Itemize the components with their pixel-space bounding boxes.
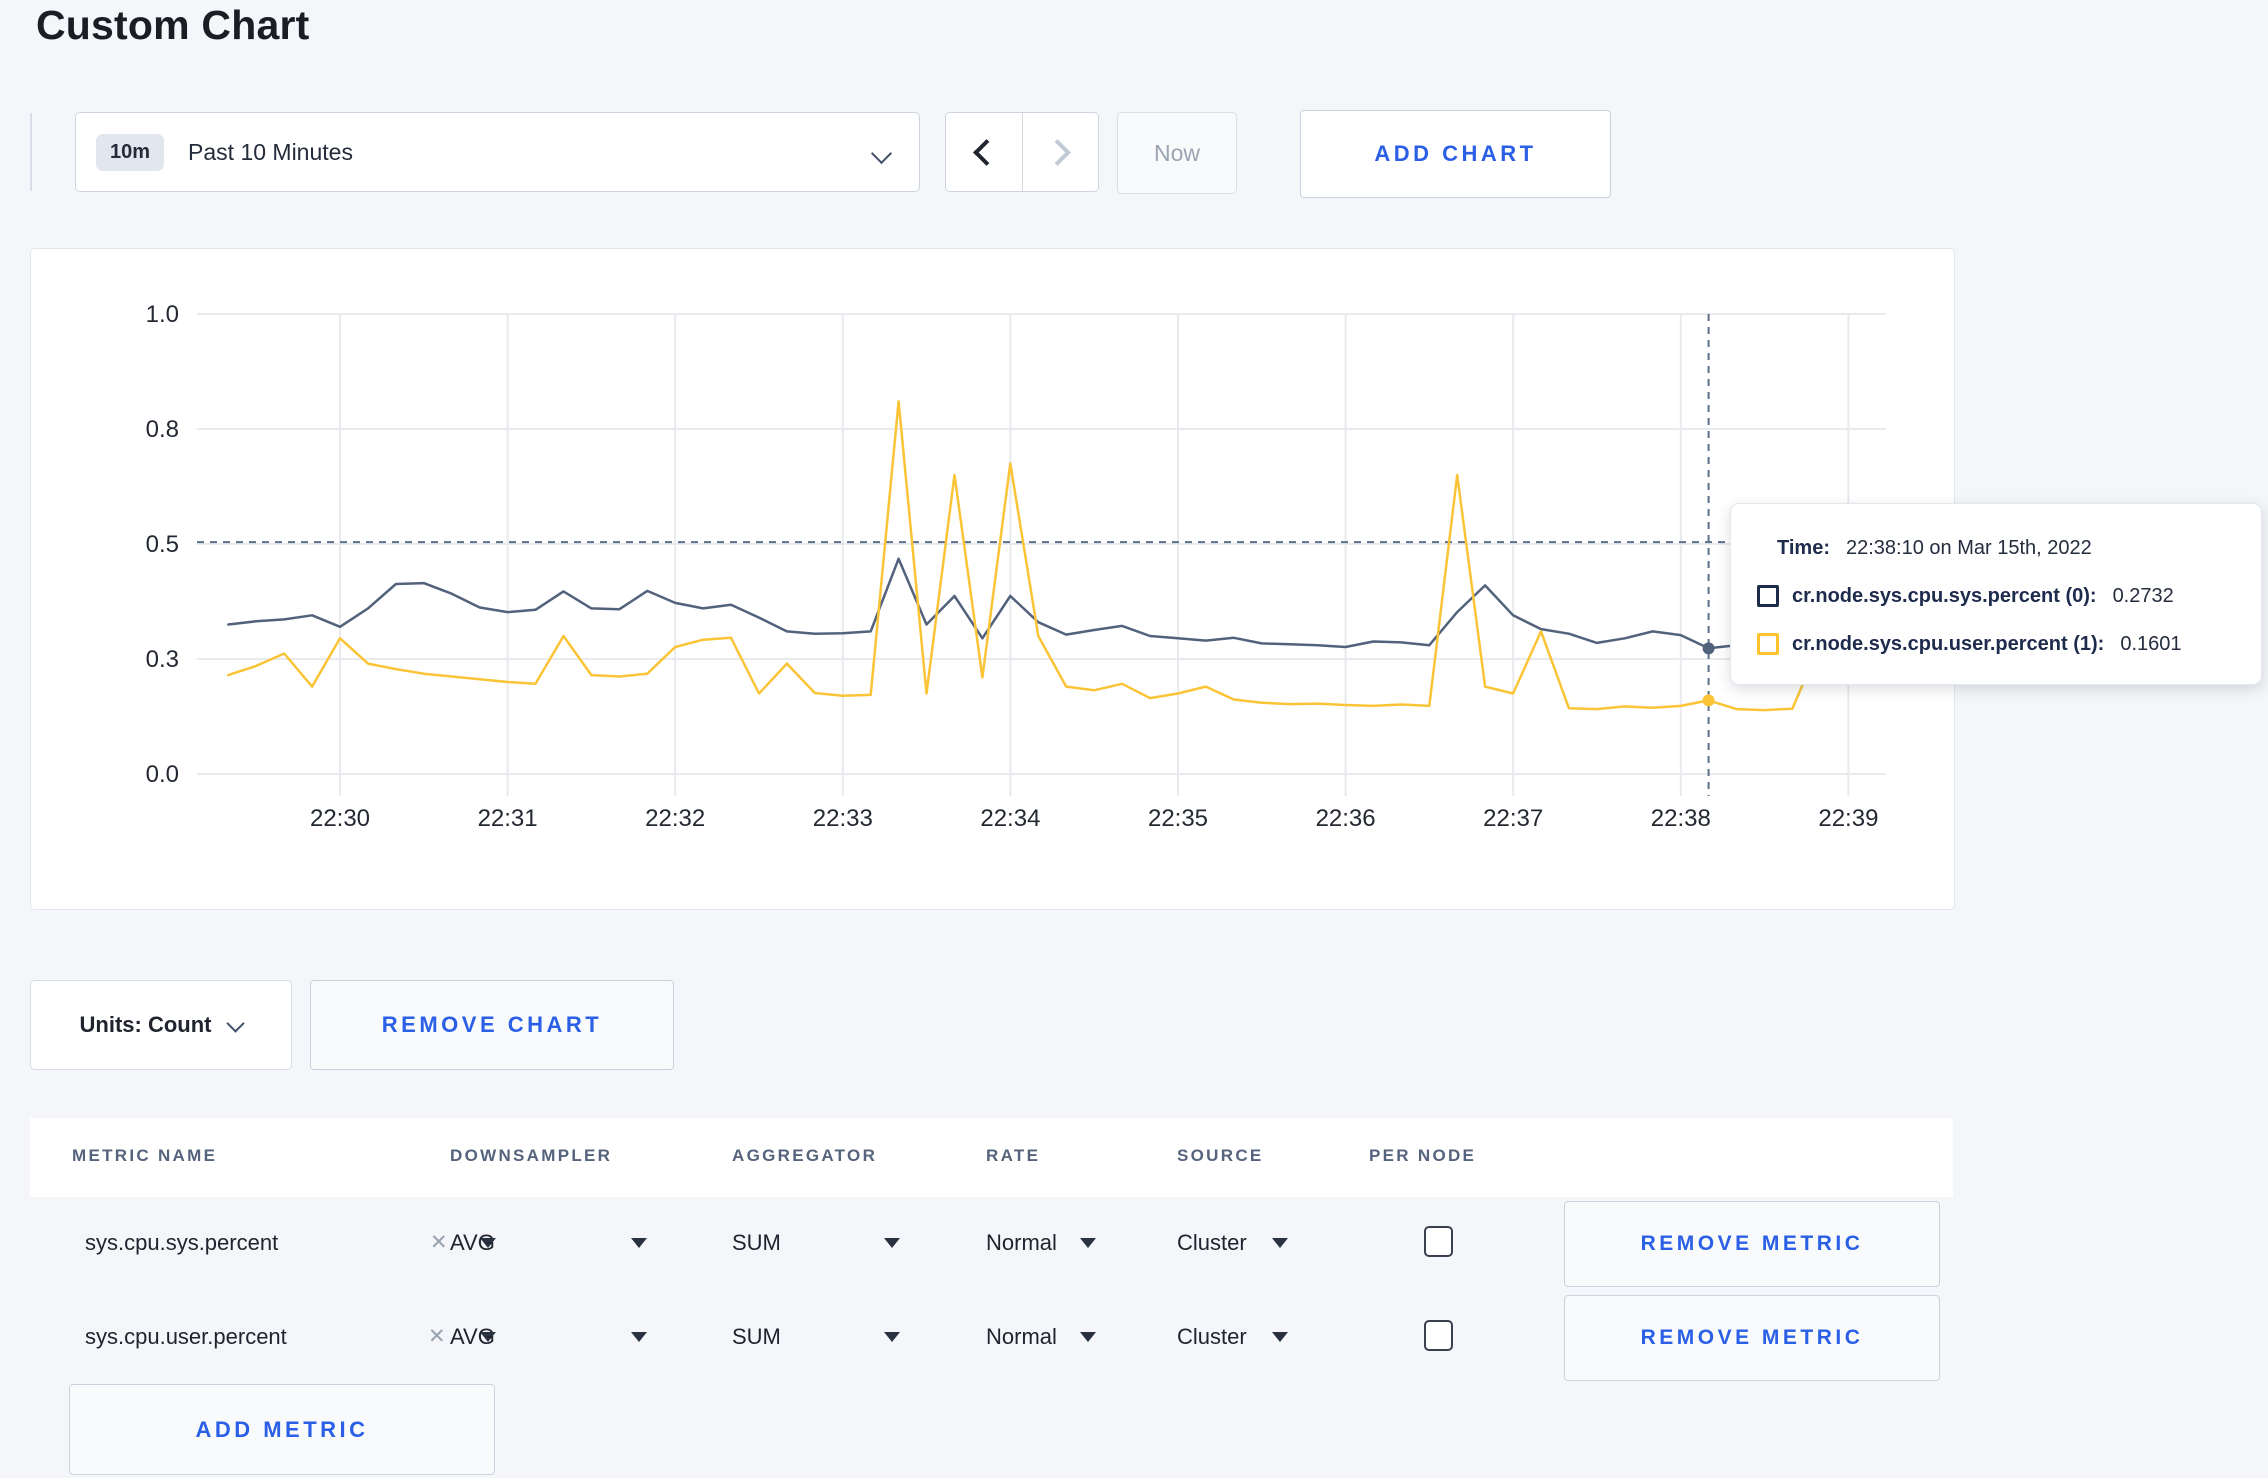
sys-percent-swatch-icon <box>1757 585 1779 607</box>
svg-text:1.0: 1.0 <box>146 301 179 328</box>
per-node-checkbox[interactable] <box>1424 1226 1453 1257</box>
toolbar-divider <box>30 113 32 191</box>
rate-select[interactable]: Normal <box>986 1324 1057 1350</box>
rate-select[interactable]: Normal <box>986 1230 1057 1256</box>
caret-down-icon[interactable] <box>1272 1332 1288 1342</box>
source-select[interactable]: Cluster <box>1177 1230 1247 1256</box>
svg-text:22:37: 22:37 <box>1483 805 1543 832</box>
user-percent-swatch-icon <box>1757 633 1779 655</box>
tooltip-time-label: Time: <box>1777 536 1830 559</box>
col-header-rate: RATE <box>986 1146 1041 1165</box>
prev-range-button[interactable] <box>946 113 1022 191</box>
col-header-source: SOURCE <box>1177 1146 1264 1165</box>
col-header-aggregator: AGGREGATOR <box>732 1146 878 1165</box>
tooltip-time-row: Time: 22:38:10 on Mar 15th, 2022 <box>1757 528 2235 568</box>
aggregator-select[interactable]: SUM <box>732 1324 781 1350</box>
svg-text:0.5: 0.5 <box>146 531 179 558</box>
svg-text:22:38: 22:38 <box>1651 805 1711 832</box>
svg-text:22:39: 22:39 <box>1818 805 1878 832</box>
caret-down-icon[interactable] <box>631 1238 647 1248</box>
custom-chart-page: Custom Chart 10m Past 10 Minutes Now ADD… <box>0 0 2268 1478</box>
next-range-button[interactable] <box>1021 113 1099 191</box>
aggregator-select[interactable]: SUM <box>732 1230 781 1256</box>
caret-down-icon[interactable] <box>631 1332 647 1342</box>
remove-metric-button[interactable]: REMOVE METRIC <box>1564 1295 1940 1381</box>
caret-down-icon[interactable] <box>884 1238 900 1248</box>
source-select[interactable]: Cluster <box>1177 1324 1247 1350</box>
metric-name-select[interactable]: sys.cpu.sys.percent <box>85 1230 278 1256</box>
tooltip-time-value: 22:38:10 on Mar 15th, 2022 <box>1845 536 2092 559</box>
tooltip-series-row: cr.node.sys.cpu.user.percent (1): 0.1601 <box>1757 624 2235 664</box>
metrics-line-chart[interactable]: 0.0 0.3 0.5 0.8 1.0 22:30 22:31 22:32 22:33 22:34… <box>31 249 1954 909</box>
caret-down-icon[interactable] <box>1272 1238 1288 1248</box>
chart-hover-tooltip: Time: 22:38:10 on Mar 15th, 2022 cr.node… <box>1730 503 2262 685</box>
chevron-right-icon <box>1043 138 1071 166</box>
svg-text:22:35: 22:35 <box>1148 805 1208 832</box>
svg-text:0.8: 0.8 <box>146 416 179 443</box>
tooltip-series-label: cr.node.sys.cpu.user.percent (1): <box>1792 632 2105 655</box>
col-header-per-node: PER NODE <box>1369 1146 1477 1165</box>
per-node-checkbox[interactable] <box>1424 1320 1453 1351</box>
remove-metric-button[interactable]: REMOVE METRIC <box>1564 1201 1940 1287</box>
clear-metric-icon[interactable]: ✕ <box>428 1324 446 1349</box>
caret-down-icon[interactable] <box>1080 1332 1096 1342</box>
svg-text:22:36: 22:36 <box>1316 805 1376 832</box>
downsampler-select[interactable]: AVG <box>450 1230 495 1256</box>
time-range-badge: 10m <box>96 133 165 171</box>
metric-name-select[interactable]: sys.cpu.user.percent <box>85 1324 287 1350</box>
tooltip-series-row: cr.node.sys.cpu.sys.percent (0): 0.2732 <box>1757 576 2235 616</box>
svg-text:0.0: 0.0 <box>146 761 179 788</box>
remove-chart-button[interactable]: REMOVE CHART <box>310 980 674 1070</box>
svg-text:22:33: 22:33 <box>813 805 873 832</box>
chevron-down-icon <box>870 142 893 165</box>
chart-card: 0.0 0.3 0.5 0.8 1.0 22:30 22:31 22:32 22:33 22:34… <box>30 248 1955 910</box>
tooltip-series-value: 0.2732 <box>2112 584 2174 607</box>
now-button[interactable]: Now <box>1117 112 1237 194</box>
svg-text:22:31: 22:31 <box>478 805 538 832</box>
add-chart-button[interactable]: ADD CHART <box>1300 110 1611 198</box>
svg-text:0.3: 0.3 <box>146 646 179 673</box>
units-dropdown[interactable]: Units: Count <box>30 980 292 1070</box>
units-label: Units: Count <box>79 1012 212 1037</box>
chevron-down-icon <box>226 1013 246 1033</box>
downsampler-select[interactable]: AVG <box>450 1324 495 1350</box>
clear-metric-icon[interactable]: ✕ <box>430 1230 448 1255</box>
page-title: Custom Chart <box>36 2 310 48</box>
chevron-left-icon <box>973 138 1001 166</box>
add-metric-button[interactable]: ADD METRIC <box>69 1384 495 1475</box>
svg-text:22:30: 22:30 <box>310 805 370 832</box>
time-range-dropdown[interactable]: 10m Past 10 Minutes <box>75 112 920 192</box>
svg-text:22:32: 22:32 <box>645 805 705 832</box>
svg-text:22:34: 22:34 <box>980 805 1040 832</box>
col-header-downsampler: DOWNSAMPLER <box>450 1146 613 1165</box>
time-step-buttons <box>945 112 1099 192</box>
tooltip-series-value: 0.1601 <box>2120 632 2182 655</box>
tooltip-series-label: cr.node.sys.cpu.sys.percent (0): <box>1792 584 2097 607</box>
time-range-label: Past 10 Minutes <box>188 138 353 165</box>
caret-down-icon[interactable] <box>1080 1238 1096 1248</box>
caret-down-icon[interactable] <box>884 1332 900 1342</box>
col-header-metric-name: METRIC NAME <box>72 1146 218 1165</box>
